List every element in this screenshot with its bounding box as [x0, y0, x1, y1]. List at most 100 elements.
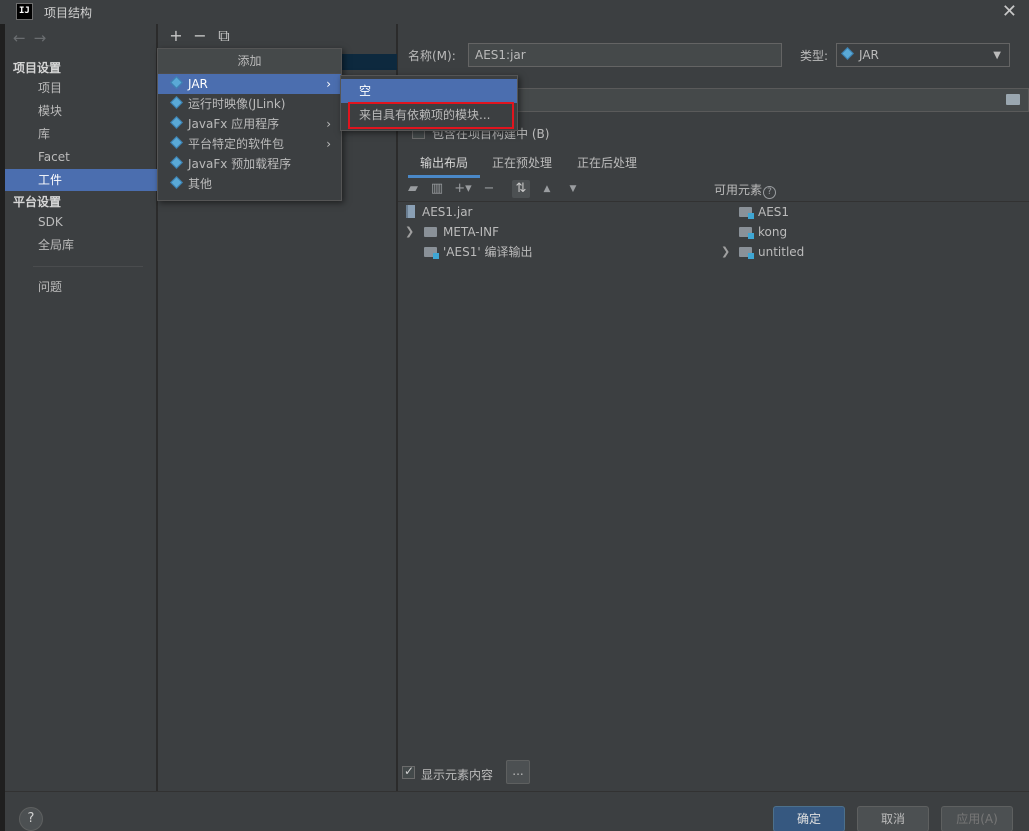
tree-item-label: META-INF — [443, 225, 500, 239]
expand-arrow-icon[interactable]: ❯ — [405, 225, 414, 238]
available-item-aes1[interactable]: AES1 — [739, 202, 789, 222]
copy-icon[interactable]: ⧉ — [212, 26, 236, 46]
tab-post-processing[interactable]: 正在后处理 — [577, 154, 637, 178]
settings-sidebar: ←→ 项目设置 项目 模块 库 Facet 工件 平台设置 SDK 全局库 问题 — [5, 24, 157, 791]
chevron-down-icon: ▼ — [993, 50, 1001, 61]
type-select[interactable]: JAR ▼ — [836, 43, 1010, 67]
tree-item-label: AES1.jar — [422, 205, 473, 219]
project-settings-heading: 项目设置 — [13, 61, 62, 75]
menu-item-runtime-image[interactable]: 运行时映像(JLink) — [158, 94, 341, 114]
available-elements-heading: 可用元素? — [714, 181, 777, 199]
tab-pre-processing[interactable]: 正在预处理 — [492, 154, 552, 178]
jar-icon — [406, 205, 415, 218]
forward-arrow-icon[interactable]: → — [34, 29, 55, 47]
menu-item-label: JAR — [188, 77, 208, 91]
help-icon[interactable]: ? — [763, 186, 777, 199]
nav-arrows: ←→ — [13, 29, 54, 47]
tree-item-compile-output[interactable]: 'AES1' 编译输出 — [424, 242, 532, 262]
window-title: 项目结构 — [44, 6, 93, 20]
more-options-button[interactable]: ... — [506, 760, 530, 784]
remove-icon[interactable]: − — [188, 26, 212, 45]
sort-elements-icon[interactable]: ⇅ — [512, 180, 530, 198]
show-content-label: 显示元素内容 — [421, 768, 494, 782]
add-copy-icon[interactable]: +▾ — [454, 180, 472, 198]
name-label: 名称(M): — [408, 49, 456, 63]
expand-arrow-icon[interactable]: ❯ — [721, 245, 730, 258]
diamond-icon — [170, 136, 183, 149]
help-button[interactable]: ? — [19, 807, 43, 831]
back-arrow-icon[interactable]: ← — [13, 29, 34, 47]
diamond-icon — [170, 96, 183, 109]
tree-item-meta-inf[interactable]: META-INF — [424, 222, 499, 242]
remove-element-icon[interactable]: − — [480, 180, 498, 198]
available-elements-label: 可用元素 — [714, 183, 763, 197]
name-input[interactable]: AES1:jar — [468, 43, 782, 67]
ok-button[interactable]: 确定 — [773, 806, 845, 831]
available-item-label: AES1 — [758, 205, 790, 219]
available-item-untitled[interactable]: untitled — [739, 242, 804, 262]
sidebar-item-project[interactable]: 项目 — [5, 77, 157, 99]
title-bar: IJ 项目结构 ✕ — [0, 0, 1029, 24]
available-item-label: kong — [758, 225, 788, 239]
show-content-checkbox[interactable] — [402, 764, 415, 779]
menu-item-jar[interactable]: JAR › — [158, 74, 341, 94]
sidebar-item-artifacts[interactable]: 工件 — [5, 169, 157, 191]
submenu-arrow-icon: › — [326, 117, 331, 131]
submenu-arrow-icon: › — [326, 77, 331, 91]
add-icon[interactable]: + — [164, 26, 188, 45]
artifact-list-selection[interactable] — [341, 54, 397, 70]
cancel-button[interactable]: 取消 — [857, 806, 929, 831]
sidebar-divider — [33, 266, 143, 267]
move-down-icon[interactable]: ▼ — [564, 180, 582, 198]
submenu-arrow-icon: › — [326, 137, 331, 151]
platform-settings-heading: 平台设置 — [13, 195, 62, 209]
sidebar-item-facet[interactable]: Facet — [5, 146, 157, 168]
tab-output-layout[interactable]: 输出布局 — [408, 154, 481, 178]
module-folder-icon — [739, 247, 754, 259]
create-directory-icon[interactable]: ▰ — [404, 180, 422, 198]
dialog-footer: ? 确定 取消 应用(A) — [5, 791, 1029, 831]
diamond-icon — [170, 116, 183, 129]
available-item-label: untitled — [758, 245, 805, 259]
available-item-kong[interactable]: kong — [739, 222, 787, 242]
diamond-icon — [170, 156, 183, 169]
move-up-icon[interactable]: ▲ — [538, 180, 556, 198]
sidebar-item-sdk[interactable]: SDK — [5, 211, 157, 233]
menu-item-label: 运行时映像(JLink) — [188, 97, 286, 111]
module-folder-icon — [424, 247, 439, 259]
type-select-value: JAR — [859, 48, 879, 62]
type-label: 类型: — [800, 49, 829, 63]
menu-item-label: 平台特定的软件包 — [188, 137, 285, 151]
submenu-item-empty[interactable]: 空 — [341, 79, 517, 103]
add-artifact-menu: 添加 JAR › 运行时映像(JLink) JavaFx 应用程序 › 平台特定… — [157, 48, 342, 201]
menu-header: 添加 — [158, 49, 341, 74]
intellij-app-icon: IJ — [16, 3, 33, 20]
diamond-icon — [170, 76, 183, 89]
annotation-highlight-box — [348, 102, 514, 129]
diamond-icon — [170, 176, 183, 189]
menu-item-other[interactable]: 其他 — [158, 174, 341, 194]
apply-button[interactable]: 应用(A) — [941, 806, 1013, 831]
output-directory-field[interactable] — [512, 88, 1029, 112]
module-folder-icon — [739, 207, 754, 219]
toolbar-divider — [398, 201, 1029, 202]
menu-item-javafx-app[interactable]: JavaFx 应用程序 › — [158, 114, 341, 134]
module-folder-icon — [739, 227, 754, 239]
sidebar-item-libraries[interactable]: 库 — [5, 123, 157, 145]
sidebar-item-problems[interactable]: 问题 — [5, 276, 157, 298]
sidebar-item-global-libraries[interactable]: 全局库 — [5, 234, 157, 256]
browse-folder-icon[interactable] — [1006, 94, 1020, 105]
jar-type-icon — [841, 47, 854, 60]
menu-item-platform-package[interactable]: 平台特定的软件包 › — [158, 134, 341, 154]
tree-item-jar[interactable]: AES1.jar — [406, 202, 472, 222]
sidebar-item-modules[interactable]: 模块 — [5, 100, 157, 122]
close-icon[interactable]: ✕ — [1002, 1, 1017, 22]
menu-item-label: 其他 — [188, 177, 213, 191]
menu-item-javafx-preloader[interactable]: JavaFx 预加载程序 — [158, 154, 341, 174]
folder-icon — [424, 227, 437, 237]
artifact-details-panel: 名称(M): AES1:jar 类型: JAR ▼ 包含在项目构建中 (B) 输… — [398, 24, 1029, 791]
create-archive-icon[interactable]: ▥ — [428, 180, 446, 198]
menu-item-label: JavaFx 应用程序 — [188, 117, 280, 131]
tree-item-label: 'AES1' 编译输出 — [443, 245, 533, 259]
menu-item-label: JavaFx 预加载程序 — [188, 157, 292, 171]
